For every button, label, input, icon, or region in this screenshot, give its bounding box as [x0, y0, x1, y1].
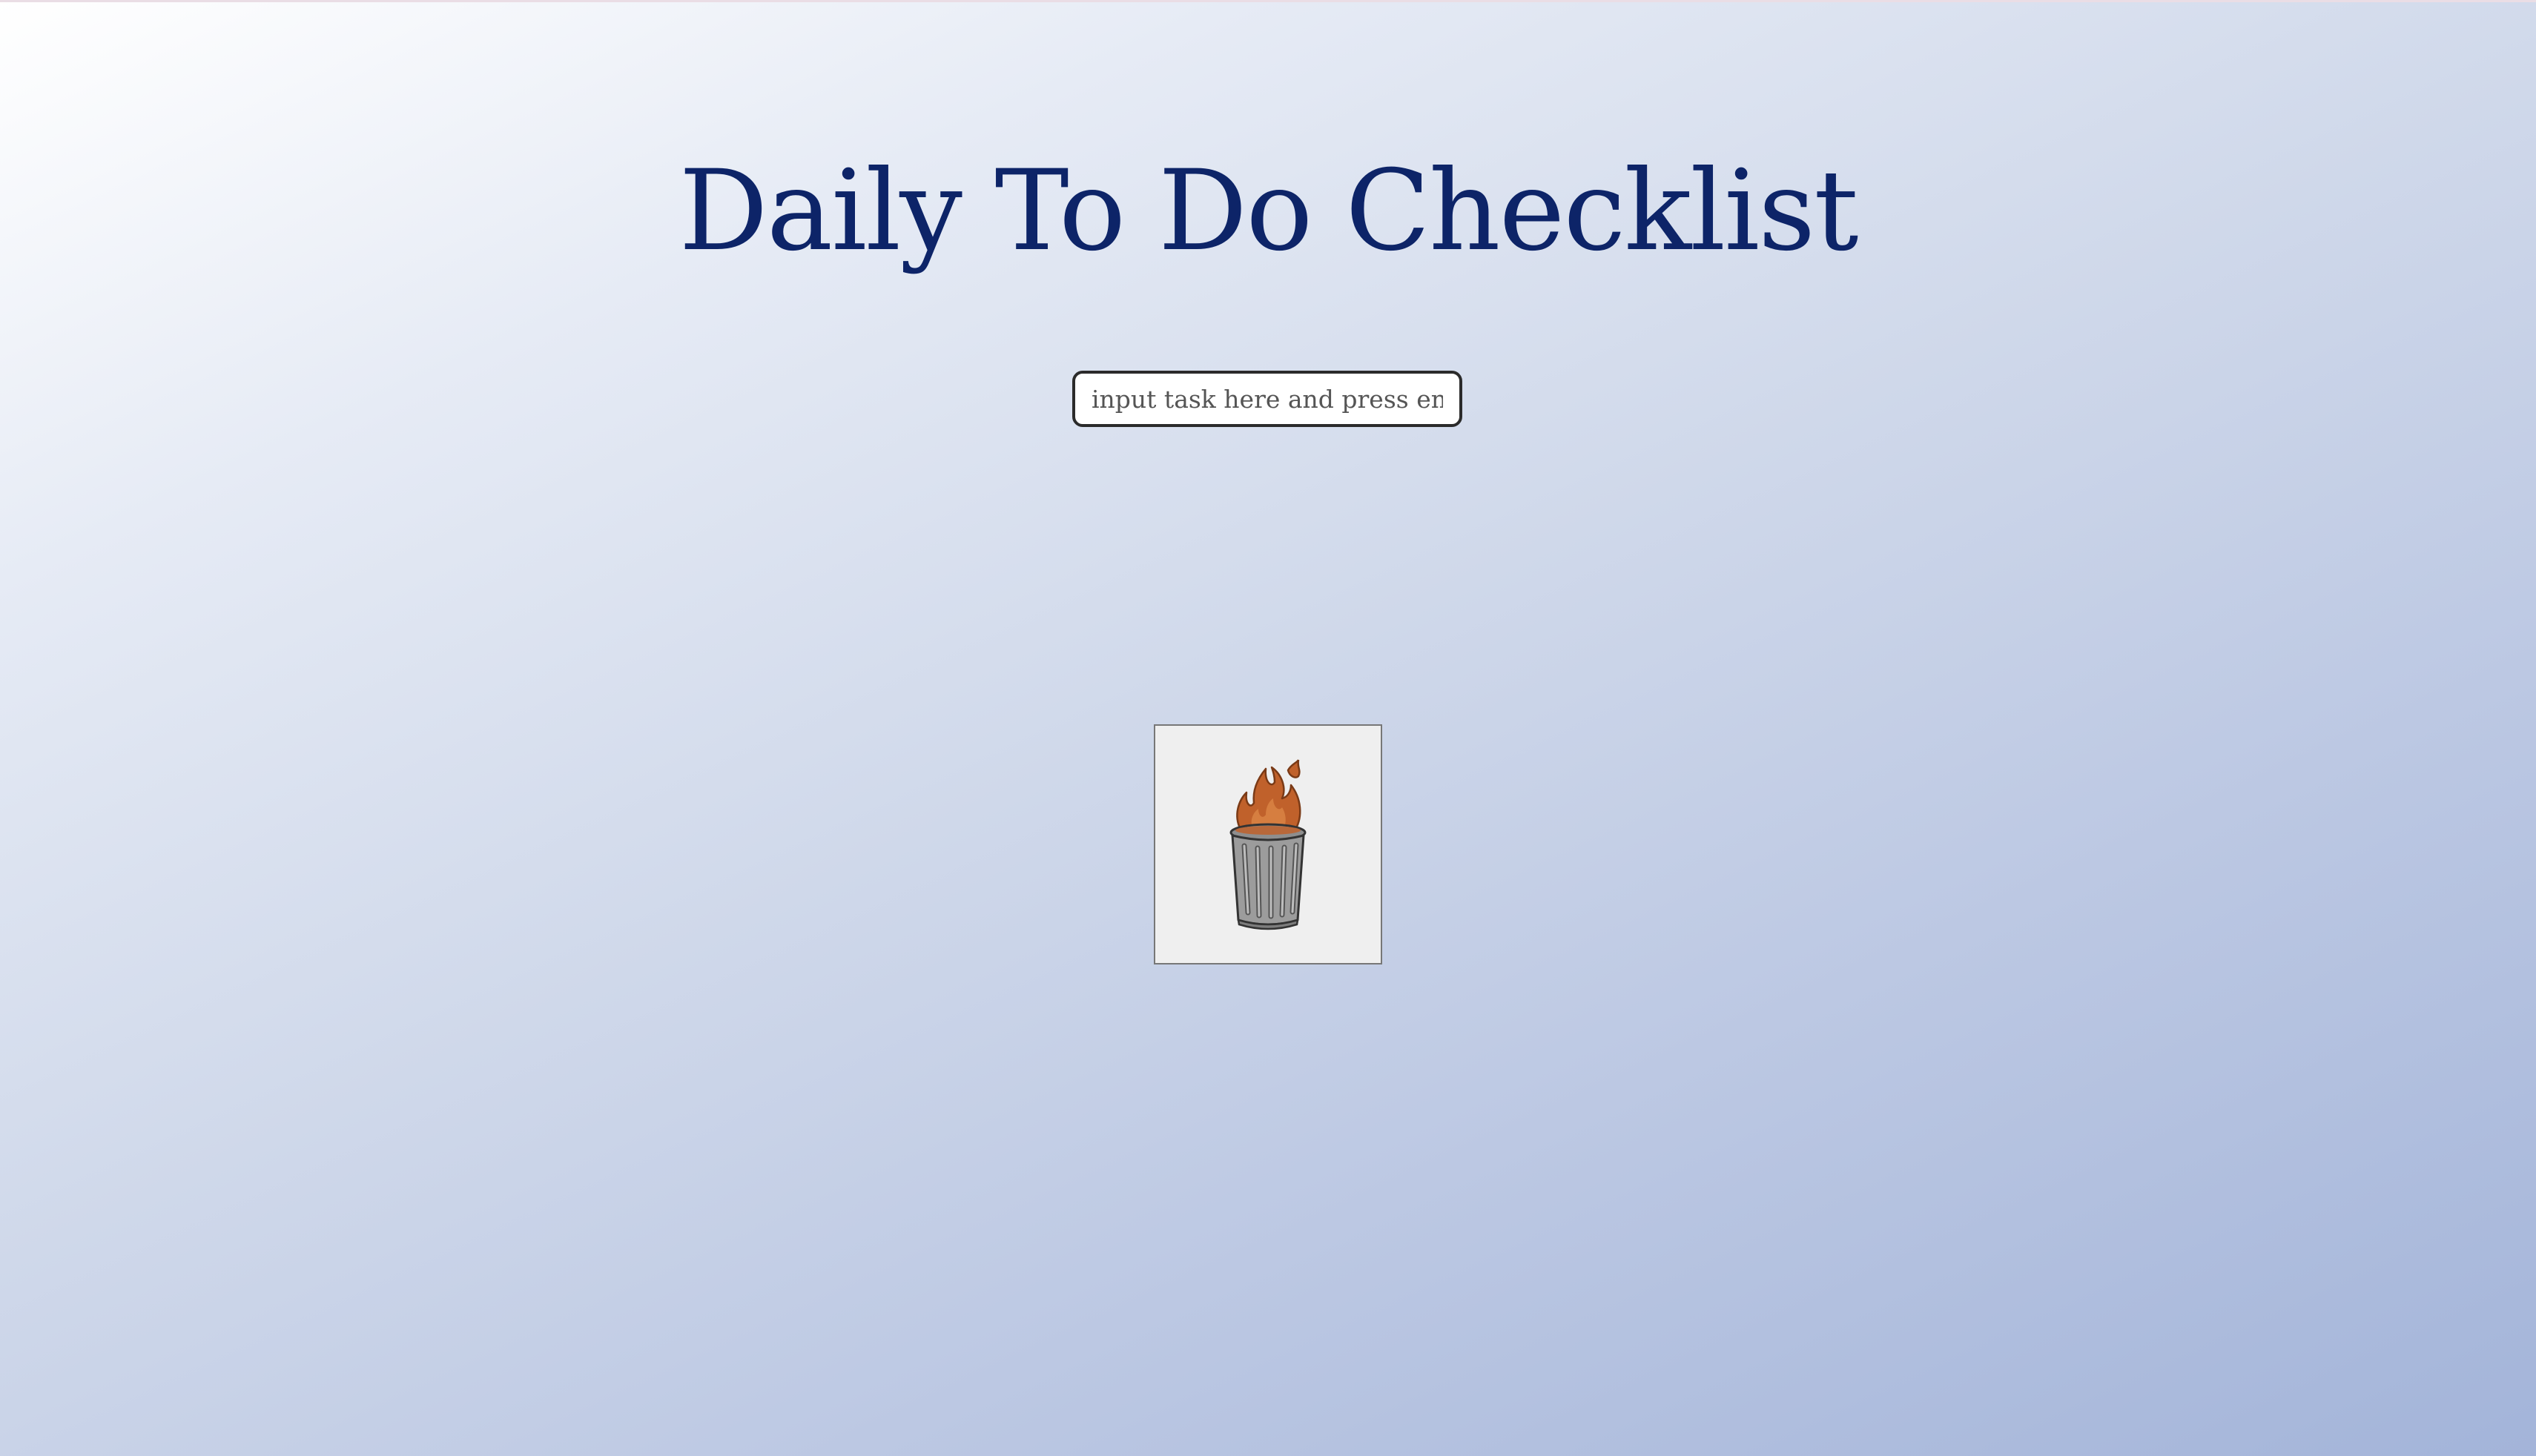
burning-trash-can-icon	[1229, 759, 1307, 930]
page-top-border	[0, 0, 2536, 2]
page-title: Daily To Do Checklist	[678, 147, 1859, 276]
task-input[interactable]	[1072, 371, 1462, 427]
clear-tasks-button[interactable]	[1154, 724, 1382, 964]
